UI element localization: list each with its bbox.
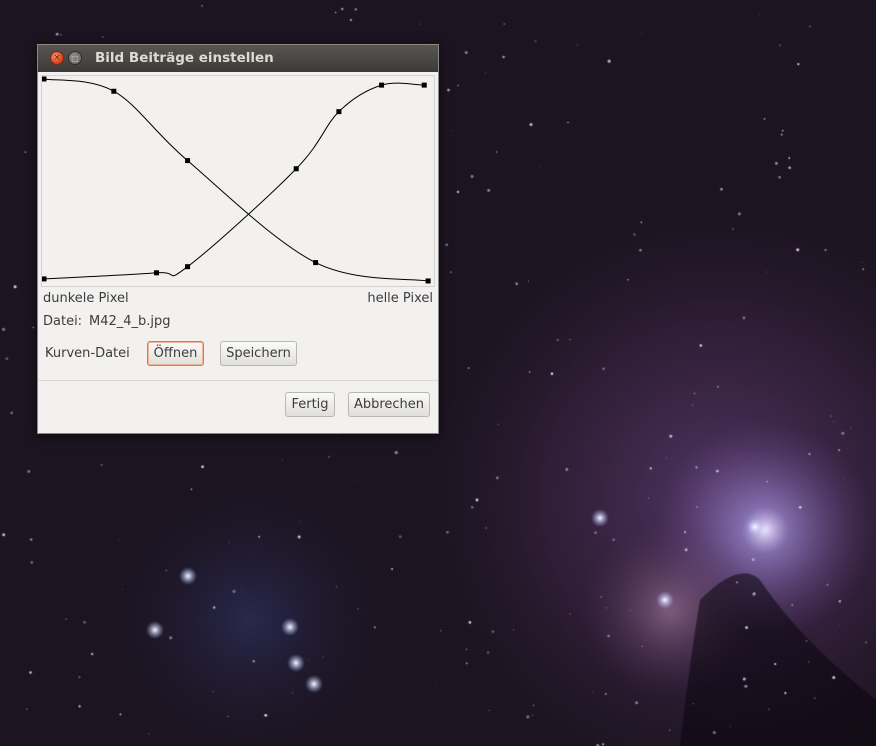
bright-pixels-label: helle Pixel <box>367 291 433 306</box>
curve-falling[interactable] <box>43 82 425 280</box>
curve-falling-control-point[interactable] <box>293 166 299 172</box>
curve-falling-control-point[interactable] <box>336 109 342 115</box>
curve-falling-control-point[interactable] <box>185 264 191 270</box>
file-label: Datei: <box>43 314 83 329</box>
curve-rising-control-point[interactable] <box>185 158 191 164</box>
curve-canvas[interactable] <box>42 76 434 286</box>
curve-falling-control-point[interactable] <box>42 276 47 282</box>
done-button[interactable]: Fertig <box>285 392 335 417</box>
curve-rising-control-point[interactable] <box>425 278 431 284</box>
curve-falling-control-point[interactable] <box>154 270 160 276</box>
curve-rising-control-point[interactable] <box>42 76 47 82</box>
curve-falling-control-point[interactable] <box>421 82 427 88</box>
adjust-image-dialog: × □ Bild Beiträge einstellen dunkele Pix… <box>37 44 439 434</box>
title-bar[interactable]: × □ Bild Beiträge einstellen <box>38 45 438 72</box>
dark-pixels-label: dunkele Pixel <box>43 291 129 306</box>
curve-file-label: Kurven-Datei <box>45 346 130 361</box>
curve-rising-control-point[interactable] <box>111 88 117 94</box>
separator <box>38 380 438 381</box>
cancel-button[interactable]: Abbrechen <box>348 392 430 417</box>
window-title: Bild Beiträge einstellen <box>95 50 274 66</box>
curve-editor[interactable] <box>41 75 435 287</box>
file-name: M42_4_b.jpg <box>89 314 171 329</box>
minimize-icon[interactable]: □ <box>68 51 82 65</box>
save-button[interactable]: Speichern <box>220 341 297 366</box>
close-icon[interactable]: × <box>50 51 64 65</box>
curve-rising-control-point[interactable] <box>313 260 319 266</box>
open-button[interactable]: Öffnen <box>147 341 204 366</box>
curve-falling-control-point[interactable] <box>379 82 385 88</box>
curve-rising[interactable] <box>43 78 429 282</box>
